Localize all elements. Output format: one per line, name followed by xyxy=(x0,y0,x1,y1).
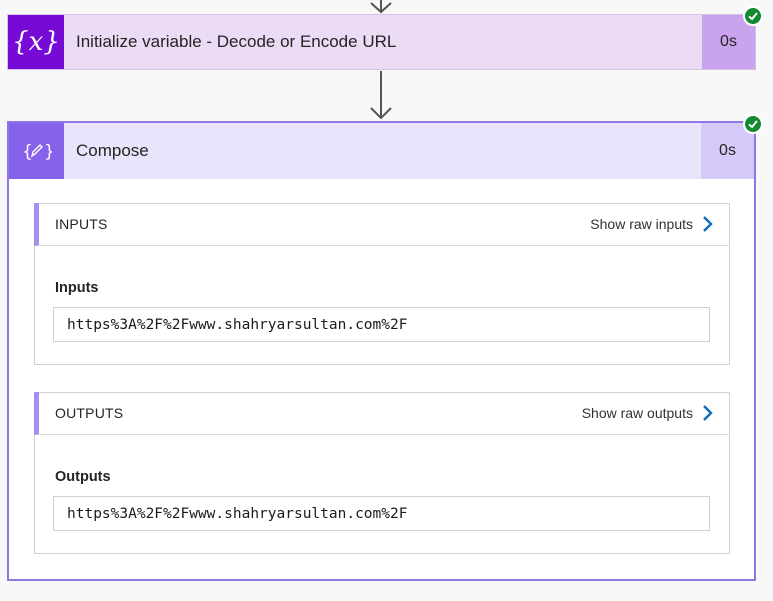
action-card-initialize-variable[interactable]: {x} Initialize variable - Decode or Enco… xyxy=(7,14,756,70)
show-raw-inputs-link[interactable]: Show raw inputs xyxy=(590,215,713,233)
inputs-section-header: INPUTS Show raw inputs xyxy=(34,203,729,246)
svg-text:{: { xyxy=(22,142,33,162)
outputs-section: OUTPUTS Show raw outputs Outputs https%3… xyxy=(34,392,730,554)
show-raw-outputs-link[interactable]: Show raw outputs xyxy=(582,404,713,422)
outputs-section-header: OUTPUTS Show raw outputs xyxy=(34,392,729,435)
inputs-section: INPUTS Show raw inputs Inputs https%3A%2… xyxy=(34,203,730,365)
svg-text:}: } xyxy=(44,142,52,162)
inputs-section-title: INPUTS xyxy=(55,216,108,232)
outputs-value-field: https%3A%2F%2Fwww.shahryarsultan.com%2F xyxy=(53,496,710,531)
connector-arrow xyxy=(368,71,394,121)
outputs-field-label: Outputs xyxy=(55,469,111,485)
outputs-section-title: OUTPUTS xyxy=(55,405,124,421)
success-check-icon xyxy=(743,114,763,134)
action-card-compose: { } Compose 0s INPUTS Show raw inputs In… xyxy=(7,121,756,581)
action-title: Initialize variable - Decode or Encode U… xyxy=(76,32,397,51)
variable-icon: {x} xyxy=(8,15,64,69)
action-title: Compose xyxy=(76,141,149,160)
compose-icon: { } xyxy=(9,123,64,179)
inputs-value-field: https%3A%2F%2Fwww.shahryarsultan.com%2F xyxy=(53,307,710,342)
compose-header[interactable]: { } Compose 0s xyxy=(9,123,754,179)
show-raw-outputs-label: Show raw outputs xyxy=(581,405,693,421)
success-check-icon xyxy=(743,6,763,26)
inputs-field-label: Inputs xyxy=(55,280,99,296)
show-raw-inputs-label: Show raw inputs xyxy=(590,216,693,232)
connector-arrow-top xyxy=(368,0,394,14)
chevron-right-icon xyxy=(703,405,713,421)
chevron-right-icon xyxy=(703,216,713,232)
